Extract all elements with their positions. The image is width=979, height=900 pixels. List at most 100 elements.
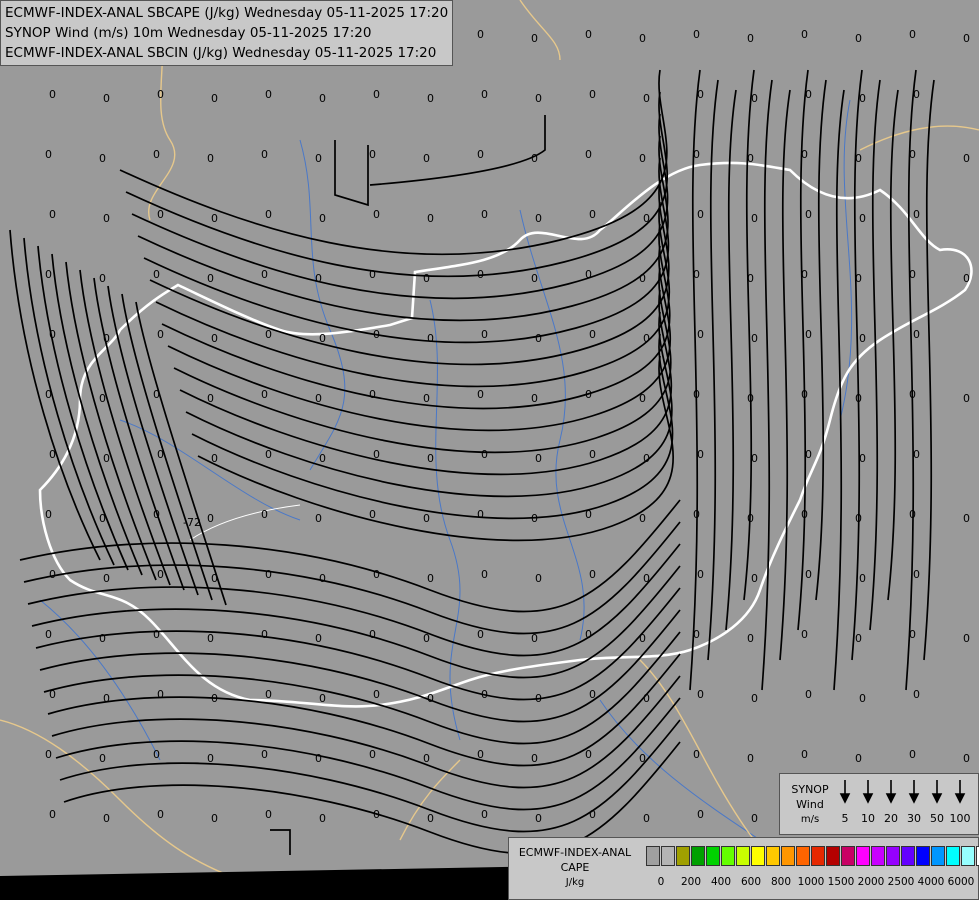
weather-map[interactable]: 0 0 0 0 0 0 0 0 0 0 0 0 0 0 0 0 0 0 0 0 0 0 0 0 0 0 0 0 0 0 0 0 0 0 0 0 0 0 0 0… xyxy=(0,0,979,900)
cape-value: 0 xyxy=(207,392,214,405)
cape-value: 0 xyxy=(373,808,380,821)
cape-value: 0 xyxy=(481,448,488,461)
cape-value: 0 xyxy=(697,448,704,461)
cape-value: 0 xyxy=(589,208,596,221)
cape-color-swatch xyxy=(811,846,825,866)
cape-value: 0 xyxy=(315,392,322,405)
cape-value: 0 xyxy=(477,748,484,761)
cape-value: 0 xyxy=(801,148,808,161)
cape-value: 0 xyxy=(45,388,52,401)
cape-value: 0 xyxy=(859,452,866,465)
cape-color-swatch xyxy=(751,846,765,866)
cape-color-swatch xyxy=(886,846,900,866)
cape-value: 0 xyxy=(909,268,916,281)
header-line-cape: ECMWF-INDEX-ANAL SBCAPE (J/kg) Wednesday… xyxy=(5,5,449,21)
cape-value: 0 xyxy=(693,388,700,401)
cape-value: 0 xyxy=(639,152,646,165)
cape-value: 0 xyxy=(207,632,214,645)
wind-speed-20: 20 xyxy=(884,812,898,825)
cape-value: 0 xyxy=(909,148,916,161)
cape-value: 0 xyxy=(639,512,646,525)
cape-value: 0 xyxy=(423,632,430,645)
cape-value: 0 xyxy=(49,448,56,461)
cape-value: 0 xyxy=(801,508,808,521)
cape-legend-title-3: J/kg xyxy=(565,877,585,888)
cape-value: 0 xyxy=(643,212,650,225)
cape-value: 0 xyxy=(531,752,538,765)
cape-value: 0 xyxy=(535,452,542,465)
cape-scale-tick: 2000 xyxy=(857,876,885,888)
cape-legend-title-2: CAPE xyxy=(560,861,590,874)
cape-value: 0 xyxy=(531,272,538,285)
cape-value: 0 xyxy=(157,328,164,341)
cape-value: 0 xyxy=(319,212,326,225)
wind-arrow-icon-5 xyxy=(839,780,851,804)
cape-value: 0 xyxy=(643,572,650,585)
cape-scale-tick: 800 xyxy=(770,876,792,888)
cape-value: 0 xyxy=(103,92,110,105)
cape-value: 0 xyxy=(643,92,650,105)
cape-value: 0 xyxy=(535,572,542,585)
header-line-cin: ECMWF-INDEX-ANAL SBCIN (J/kg) Wednesday … xyxy=(5,45,437,61)
cape-value: 0 xyxy=(747,392,754,405)
cape-value: 0 xyxy=(589,688,596,701)
cape-value: 0 xyxy=(319,92,326,105)
cape-value: 0 xyxy=(265,688,272,701)
cape-value: 0 xyxy=(99,272,106,285)
cape-value: 0 xyxy=(153,148,160,161)
cape-color-swatch xyxy=(736,846,750,866)
cape-value: 0 xyxy=(369,148,376,161)
wind-speed-10: 10 xyxy=(861,812,875,825)
cape-value: 0 xyxy=(477,28,484,41)
cape-color-swatch xyxy=(676,846,690,866)
cape-value: 0 xyxy=(369,388,376,401)
cape-value: 0 xyxy=(207,152,214,165)
cape-value: 0 xyxy=(913,88,920,101)
cape-value: 0 xyxy=(693,148,700,161)
cape-value: 0 xyxy=(531,512,538,525)
cape-value: 0 xyxy=(423,272,430,285)
cape-value: 0 xyxy=(805,328,812,341)
cape-value: 0 xyxy=(157,448,164,461)
cape-value: 0 xyxy=(423,752,430,765)
cape-value: 0 xyxy=(45,628,52,641)
cape-value: 0 xyxy=(261,268,268,281)
cape-color-swatch xyxy=(721,846,735,866)
cape-value: 0 xyxy=(801,388,808,401)
cape-value: 0 xyxy=(49,88,56,101)
cape-value: 0 xyxy=(49,208,56,221)
cape-color-swatch xyxy=(706,846,720,866)
cape-value: 0 xyxy=(643,452,650,465)
cape-value: 0 xyxy=(585,268,592,281)
cape-value: 0 xyxy=(697,688,704,701)
cape-scale-tick: 0 xyxy=(657,876,665,888)
cape-value: 0 xyxy=(963,632,970,645)
cape-value: 0 xyxy=(697,808,704,821)
cape-value: 0 xyxy=(913,208,920,221)
cape-value: 0 xyxy=(103,332,110,345)
cape-value: 0 xyxy=(319,332,326,345)
cape-value: 0 xyxy=(427,212,434,225)
cape-value: 0 xyxy=(531,392,538,405)
cape-value: 0 xyxy=(153,508,160,521)
cape-color-swatch xyxy=(871,846,885,866)
cape-value: 0 xyxy=(855,632,862,645)
cape-color-swatch xyxy=(781,846,795,866)
cape-scale-tick: 200 xyxy=(680,876,702,888)
cape-color-swatch xyxy=(766,846,780,866)
cape-value: 0 xyxy=(99,152,106,165)
cape-value: 0 xyxy=(531,632,538,645)
cape-value: 0 xyxy=(643,332,650,345)
cape-value: 0 xyxy=(99,632,106,645)
cape-value: 0 xyxy=(157,568,164,581)
cape-value: 0 xyxy=(315,152,322,165)
cape-scale-tick: 4000 xyxy=(917,876,945,888)
wind-speed-5: 5 xyxy=(841,812,849,825)
cape-value: 0 xyxy=(157,688,164,701)
cape-value: 0 xyxy=(373,208,380,221)
cape-value: 0 xyxy=(261,748,268,761)
cape-value: 0 xyxy=(99,512,106,525)
cape-value: 0 xyxy=(477,508,484,521)
cape-value: 0 xyxy=(855,32,862,45)
cape-value: 0 xyxy=(747,512,754,525)
